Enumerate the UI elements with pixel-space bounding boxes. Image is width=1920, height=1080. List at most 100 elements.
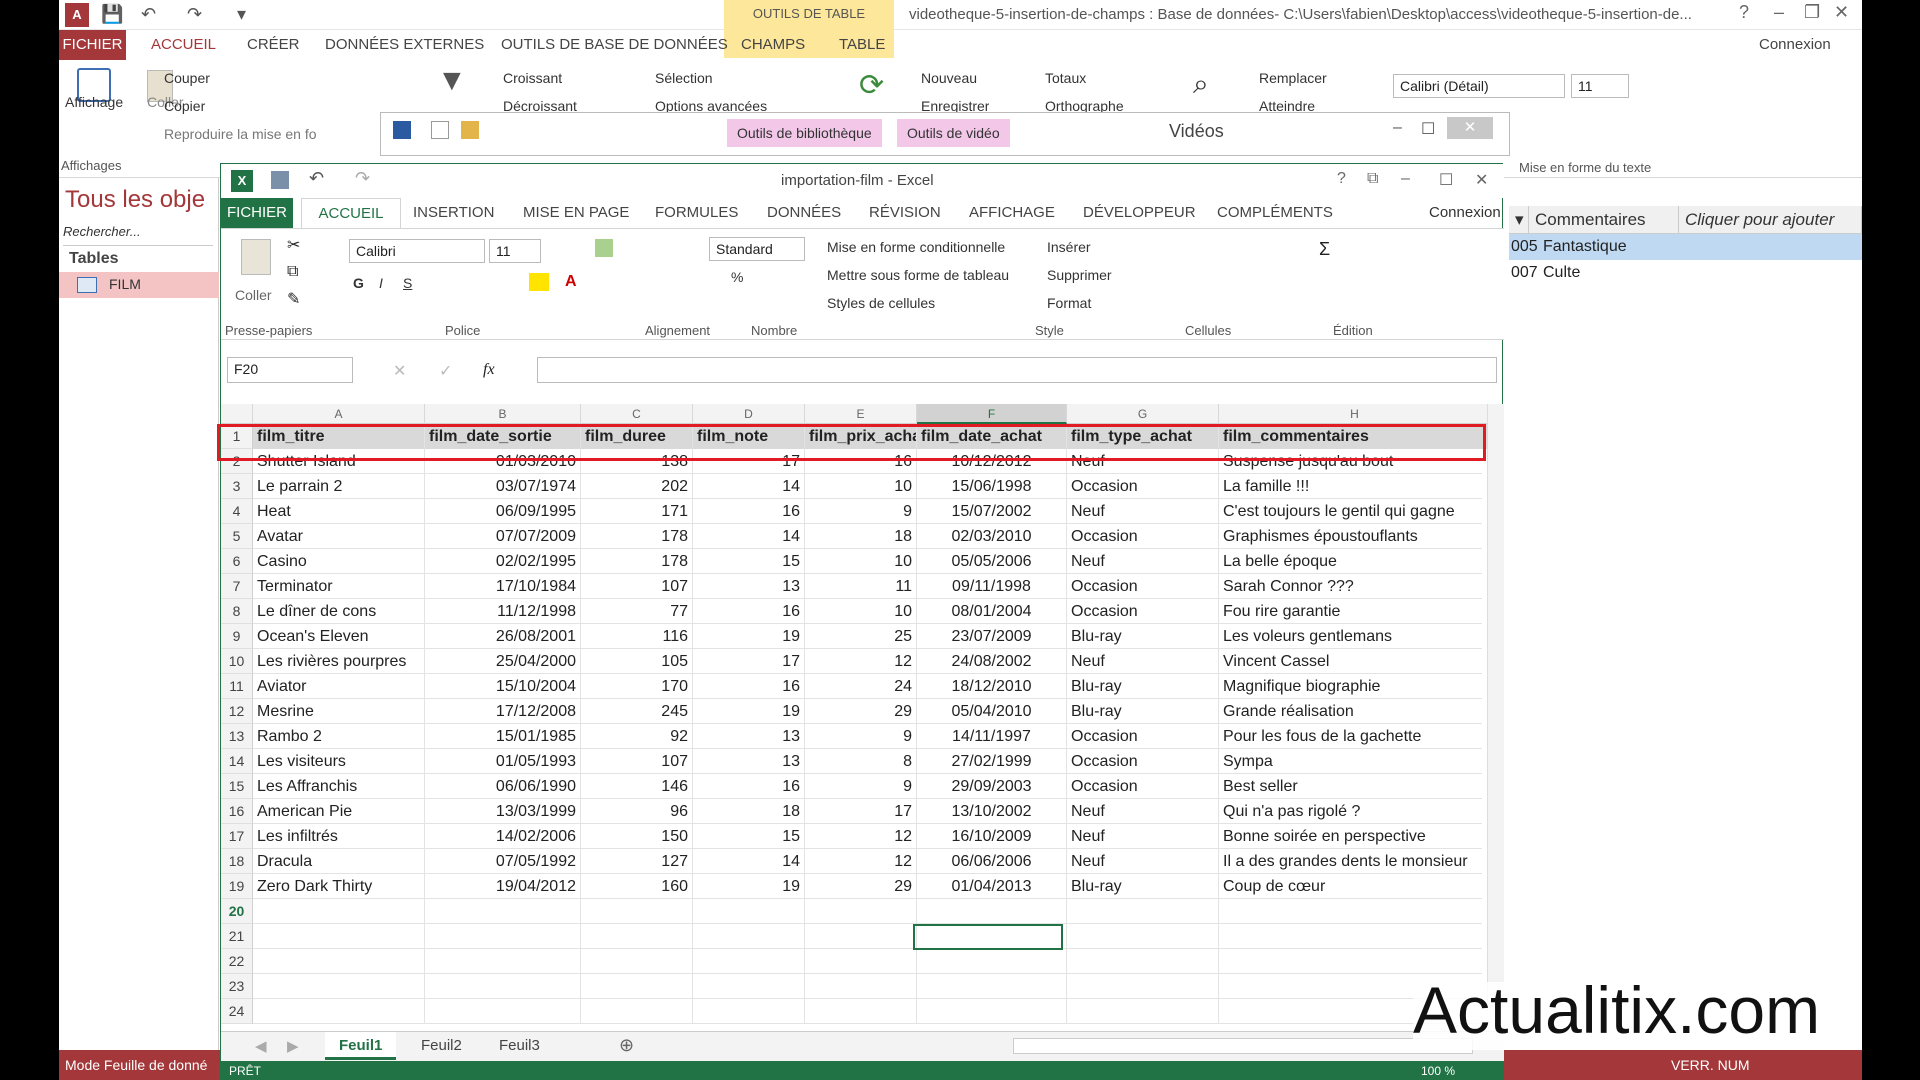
cell[interactable]: 02/03/2010 bbox=[917, 524, 1067, 549]
cell[interactable]: 10 bbox=[805, 599, 917, 624]
cell[interactable]: 19 bbox=[693, 699, 805, 724]
cell[interactable]: 12 bbox=[805, 849, 917, 874]
excel-tab-developpeur[interactable]: DÉVELOPPEUR bbox=[1083, 204, 1196, 221]
cell[interactable]: 02/02/1995 bbox=[425, 549, 581, 574]
cell[interactable]: 25/04/2000 bbox=[425, 649, 581, 674]
restore-icon[interactable]: ❐ bbox=[1804, 2, 1820, 23]
cell[interactable]: Avatar bbox=[253, 524, 425, 549]
cell[interactable] bbox=[917, 999, 1067, 1024]
cell[interactable]: Occasion bbox=[1067, 724, 1219, 749]
table-row[interactable]: Dracula 07/05/1992 127 14 12 06/06/2006 Neuf Il… bbox=[253, 849, 1491, 874]
cell[interactable]: Blu-ray bbox=[1067, 674, 1219, 699]
cell[interactable]: 11 bbox=[805, 574, 917, 599]
cell[interactable] bbox=[1067, 974, 1219, 999]
cell[interactable]: 18 bbox=[805, 524, 917, 549]
row-header[interactable]: 19 bbox=[221, 874, 253, 899]
cell[interactable] bbox=[805, 924, 917, 949]
cell[interactable]: La famille !!! bbox=[1219, 474, 1491, 499]
datasheet-col-add[interactable]: Cliquer pour ajouter bbox=[1679, 206, 1862, 234]
cell[interactable]: 17 bbox=[805, 799, 917, 824]
cell[interactable]: 15/10/2004 bbox=[425, 674, 581, 699]
cell[interactable]: Il a des grandes dents le monsieur bbox=[1219, 849, 1491, 874]
cell[interactable]: 17/10/1984 bbox=[425, 574, 581, 599]
cell[interactable]: Les infiltrés bbox=[253, 824, 425, 849]
table-row[interactable]: Les visiteurs 01/05/1993 107 13 8 27/02/1999 O… bbox=[253, 749, 1491, 774]
cell[interactable]: 178 bbox=[581, 524, 693, 549]
cell[interactable]: 14 bbox=[693, 849, 805, 874]
selected-cell-f20[interactable] bbox=[913, 924, 1063, 950]
cell[interactable]: 9 bbox=[805, 499, 917, 524]
cell[interactable]: Sarah Connor ??? bbox=[1219, 574, 1491, 599]
cell[interactable]: 13 bbox=[693, 749, 805, 774]
cell[interactable] bbox=[581, 899, 693, 924]
table-row[interactable] bbox=[253, 899, 1491, 924]
excel-maximize-icon[interactable]: ☐ bbox=[1439, 170, 1453, 190]
column-header[interactable]: H bbox=[1219, 404, 1491, 424]
cell[interactable] bbox=[581, 924, 693, 949]
table-row[interactable]: Ocean's Eleven 26/08/2001 116 19 25 23/07/200… bbox=[253, 624, 1491, 649]
column-header[interactable]: A bbox=[253, 404, 425, 424]
row-header[interactable]: 9 bbox=[221, 624, 253, 649]
cell[interactable]: Neuf bbox=[1067, 799, 1219, 824]
cell[interactable] bbox=[917, 974, 1067, 999]
cell[interactable]: Vincent Cassel bbox=[1219, 649, 1491, 674]
access-file-tab[interactable]: FICHIER bbox=[59, 30, 126, 60]
format-button[interactable]: Format bbox=[1047, 295, 1091, 311]
video-properties-icon[interactable] bbox=[431, 121, 449, 139]
column-header[interactable]: B bbox=[425, 404, 581, 424]
datasheet-row[interactable]: 007 Culte bbox=[1509, 260, 1862, 286]
redo-icon[interactable]: ↷ bbox=[187, 4, 202, 25]
excel-tab-formules[interactable]: FORMULES bbox=[655, 204, 738, 221]
cell[interactable]: 24 bbox=[805, 674, 917, 699]
vertical-scrollbar[interactable] bbox=[1487, 404, 1504, 1011]
excel-tab-insertion[interactable]: INSERTION bbox=[413, 204, 494, 221]
cell[interactable]: Dracula bbox=[253, 849, 425, 874]
croissant-button[interactable]: Croissant bbox=[503, 70, 562, 86]
cell[interactable] bbox=[1067, 949, 1219, 974]
cell[interactable]: Blu-ray bbox=[1067, 874, 1219, 899]
table-row[interactable]: Les infiltrés 14/02/2006 150 15 12 16/10/2009… bbox=[253, 824, 1491, 849]
cell[interactable]: 107 bbox=[581, 749, 693, 774]
italic-button[interactable]: I bbox=[379, 275, 383, 291]
cell[interactable]: 15/01/1985 bbox=[425, 724, 581, 749]
remplacer-button[interactable]: Remplacer bbox=[1259, 70, 1327, 86]
datasheet-row[interactable]: 005 Fantastique bbox=[1509, 234, 1862, 260]
cell[interactable] bbox=[1219, 924, 1491, 949]
table-row[interactable]: Les Affranchis 06/06/1990 146 16 9 29/09/2003… bbox=[253, 774, 1491, 799]
cell[interactable]: 27/02/1999 bbox=[917, 749, 1067, 774]
cell[interactable]: Terminator bbox=[253, 574, 425, 599]
excel-help-icon[interactable]: ? bbox=[1337, 170, 1346, 188]
selection-button[interactable]: Sélection bbox=[655, 70, 713, 86]
cell[interactable]: Sympa bbox=[1219, 749, 1491, 774]
cell[interactable]: 170 bbox=[581, 674, 693, 699]
cell[interactable]: 12 bbox=[805, 824, 917, 849]
table-row[interactable]: Avatar 07/07/2009 178 14 18 02/03/2010 Occasio… bbox=[253, 524, 1491, 549]
cell[interactable] bbox=[581, 974, 693, 999]
row-header[interactable]: 8 bbox=[221, 599, 253, 624]
cell[interactable]: Coup de cœur bbox=[1219, 874, 1491, 899]
cell[interactable]: 171 bbox=[581, 499, 693, 524]
affichage-button[interactable]: Affichage bbox=[65, 94, 123, 110]
sheet-tab-feuil2[interactable]: Feuil2 bbox=[407, 1032, 476, 1060]
excel-undo-icon[interactable]: ↶ bbox=[309, 168, 324, 189]
cell[interactable]: Occasion bbox=[1067, 749, 1219, 774]
row-header[interactable]: 23 bbox=[221, 974, 253, 999]
cell[interactable]: 19/04/2012 bbox=[425, 874, 581, 899]
cell[interactable]: Neuf bbox=[1067, 499, 1219, 524]
percent-icon[interactable]: % bbox=[731, 269, 743, 285]
row-header[interactable]: 11 bbox=[221, 674, 253, 699]
access-tab-donnees-externes[interactable]: DONNÉES EXTERNES bbox=[325, 36, 484, 53]
cell[interactable] bbox=[253, 899, 425, 924]
nouveau-button[interactable]: Nouveau bbox=[921, 70, 977, 86]
cell[interactable]: 17 bbox=[693, 649, 805, 674]
cell[interactable]: 07/05/1992 bbox=[425, 849, 581, 874]
minimize-icon[interactable]: – bbox=[1774, 2, 1784, 23]
cell[interactable]: Le dîner de cons bbox=[253, 599, 425, 624]
close-icon[interactable]: ✕ bbox=[1834, 2, 1849, 23]
cell[interactable] bbox=[1067, 924, 1219, 949]
cell[interactable]: Rambo 2 bbox=[253, 724, 425, 749]
row-header[interactable]: 17 bbox=[221, 824, 253, 849]
cell[interactable]: La belle époque bbox=[1219, 549, 1491, 574]
cell[interactable] bbox=[1067, 999, 1219, 1024]
cell[interactable] bbox=[917, 899, 1067, 924]
